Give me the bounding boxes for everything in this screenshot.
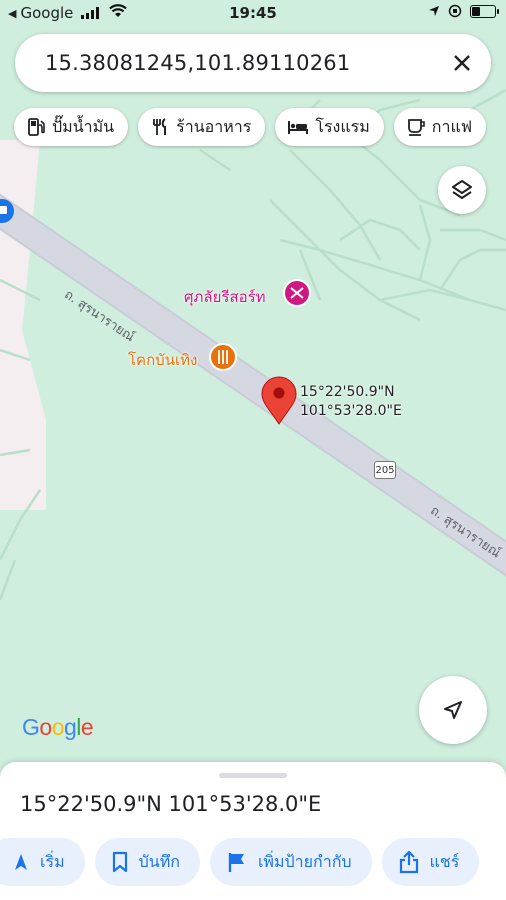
chip-restaurant[interactable]: ร้านอาหาร <box>138 108 266 146</box>
layers-icon <box>452 180 472 199</box>
action-label: เริ่ม <box>40 851 65 871</box>
action-label: แชร์ <box>429 851 460 871</box>
save-button[interactable]: บันทึก <box>94 838 200 886</box>
action-buttons: เริ่ม บันทึก เพิ่มป้ายกำกับ แชร์ <box>0 838 480 886</box>
chip-label: ปั๊มน้ำมัน <box>52 116 115 136</box>
drag-handle[interactable] <box>219 773 287 778</box>
search-bar[interactable]: 15.38081245,101.89110261 <box>15 34 491 92</box>
status-bar: ◀ Google 19:45 <box>0 0 506 26</box>
chip-hotel[interactable]: โรงแรม <box>275 108 384 146</box>
flag-icon <box>228 853 244 872</box>
hotel-icon <box>288 121 309 134</box>
cafe-icon <box>407 119 425 136</box>
category-chips: ปั๊มน้ำมัน ร้านอาหาร โรงแรม กาแฟ <box>14 108 487 146</box>
battery-icon <box>470 4 499 18</box>
poi-label[interactable]: ศุภลัยรีสอร์ท <box>184 285 266 309</box>
my-location-button[interactable] <box>419 676 487 744</box>
bottom-sheet[interactable]: 15°22'50.9"N 101°53'28.0"E เริ่ม บันทึก … <box>0 762 506 900</box>
chip-cafe[interactable]: กาแฟ <box>393 108 487 146</box>
close-icon[interactable] <box>433 34 491 92</box>
place-title: 15°22'50.9"N 101°53'28.0"E <box>20 792 322 816</box>
route-shield: 205 <box>374 461 396 479</box>
status-right <box>428 4 499 18</box>
gas-station-icon <box>28 118 45 136</box>
chip-label: โรงแรม <box>315 116 370 136</box>
chip-label: กาแฟ <box>431 116 473 136</box>
add-label-button[interactable]: เพิ่มป้ายกำกับ <box>209 838 372 886</box>
pin-longitude: 101°53'28.0"E <box>300 403 402 419</box>
bookmark-icon <box>112 851 127 873</box>
share-button[interactable]: แชร์ <box>381 838 480 886</box>
pin-coordinates: 15°22'50.9"N 101°53'28.0"E <box>300 383 402 421</box>
restaurant-icon <box>153 118 167 135</box>
location-arrow-icon <box>429 6 439 16</box>
orientation-lock-icon <box>448 4 462 18</box>
google-logo: Google <box>22 714 94 740</box>
navigation-arrow-icon <box>444 701 462 719</box>
directions-icon <box>15 854 27 870</box>
layers-button[interactable] <box>438 166 486 214</box>
poi-label[interactable]: โคกบันเทิง <box>128 348 197 372</box>
chip-gas-station[interactable]: ปั๊มน้ำมัน <box>14 108 129 146</box>
pin-latitude: 15°22'50.9"N <box>300 384 395 400</box>
directions-button[interactable]: เริ่ม <box>0 838 85 886</box>
chip-label: ร้านอาหาร <box>176 116 252 136</box>
share-icon <box>399 850 418 874</box>
action-label: เพิ่มป้ายกำกับ <box>257 851 352 871</box>
action-label: บันทึก <box>138 851 180 871</box>
search-input[interactable]: 15.38081245,101.89110261 <box>45 51 433 75</box>
